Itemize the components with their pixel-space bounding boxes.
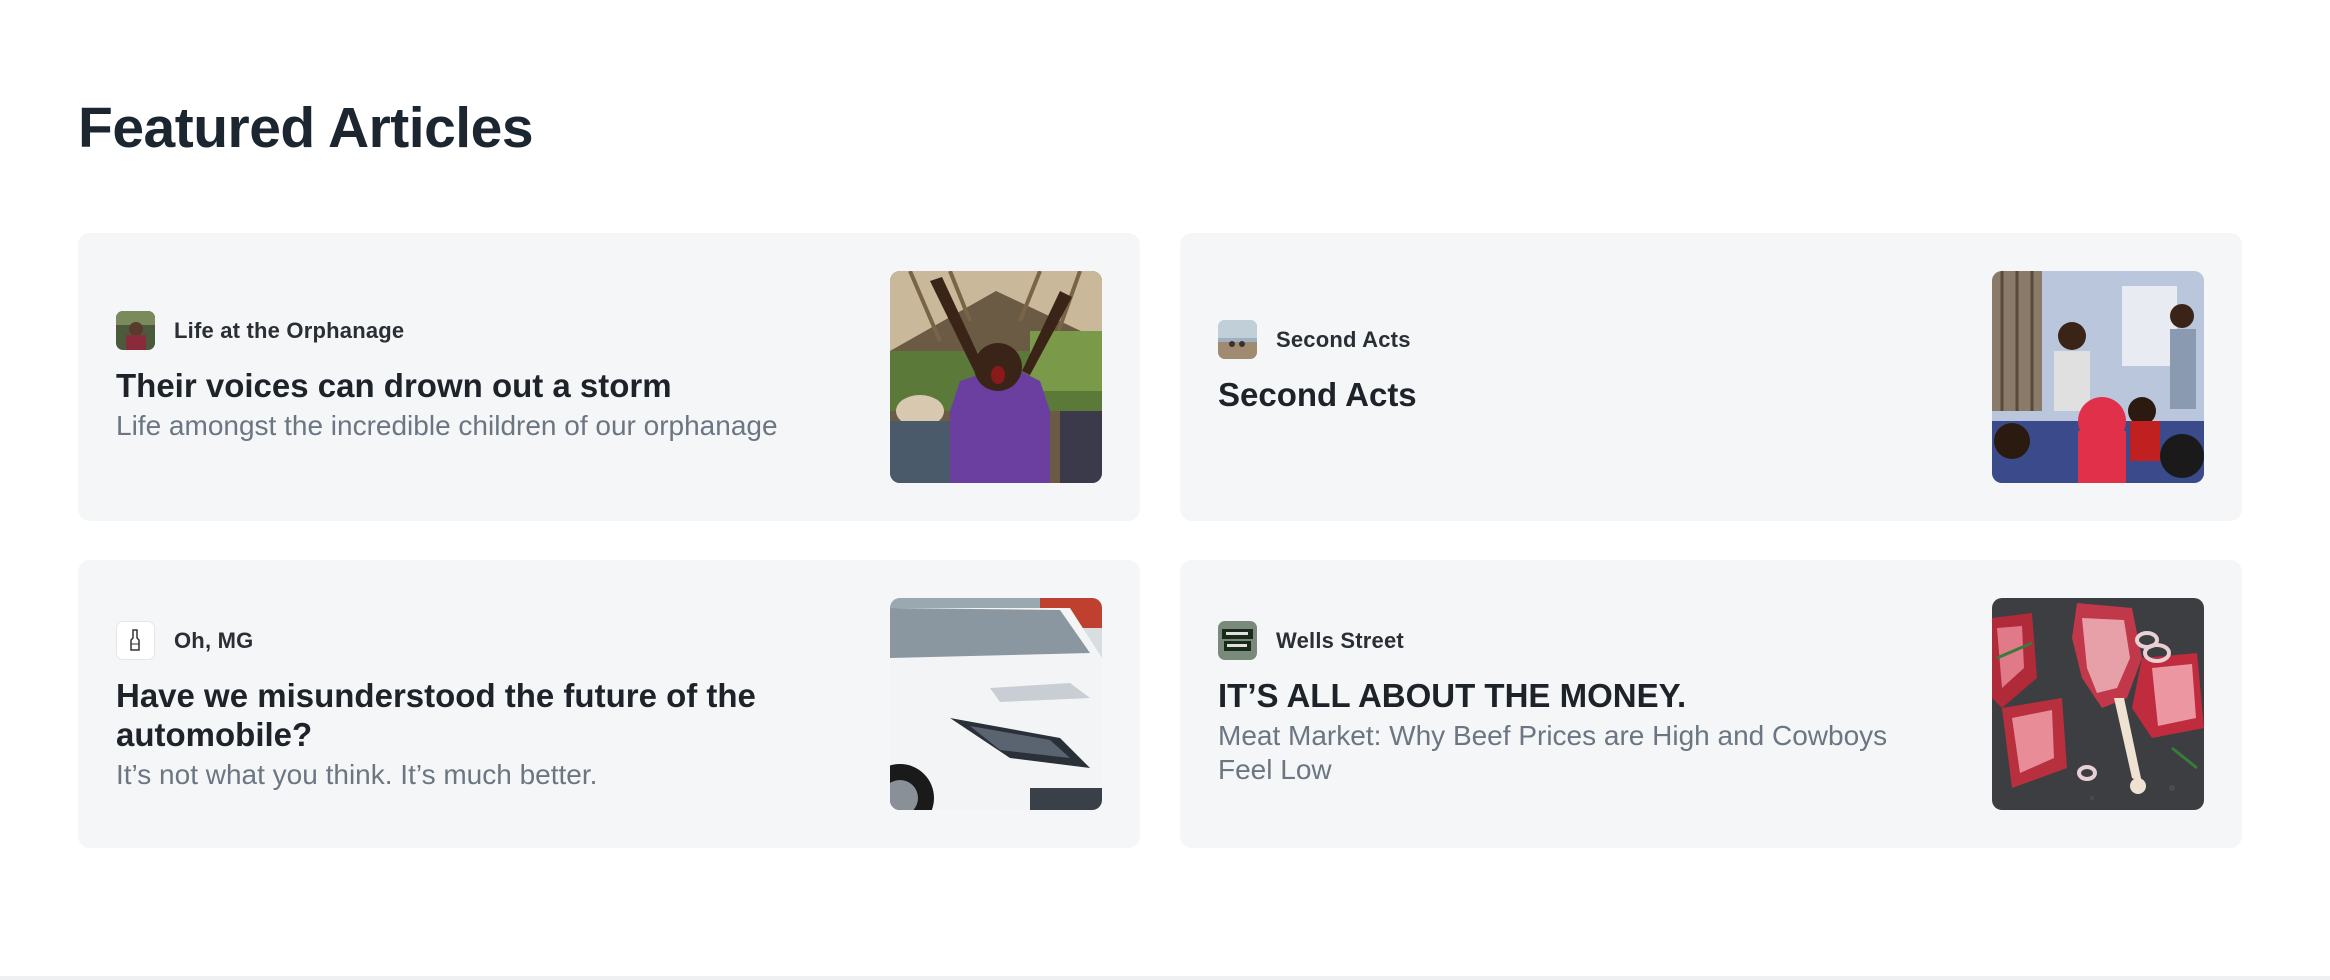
publication-avatar[interactable]: [116, 621, 155, 660]
publication-avatar[interactable]: [116, 311, 155, 350]
publication-avatar[interactable]: [1218, 320, 1257, 359]
article-card-text: Oh, MG Have we misunderstood the future …: [116, 621, 836, 792]
article-thumbnail[interactable]: [890, 598, 1102, 810]
article-card-life-at-orphanage[interactable]: Life at the Orphanage Their voices can d…: [78, 233, 1140, 521]
article-subtitle: Meat Market: Why Beef Prices are High an…: [1218, 720, 1888, 785]
article-thumbnail[interactable]: [890, 271, 1102, 483]
page-title: Featured Articles: [78, 96, 534, 160]
article-card-oh-mg[interactable]: Oh, MG Have we misunderstood the future …: [78, 560, 1140, 848]
publication-name[interactable]: Life at the Orphanage: [174, 318, 404, 344]
article-thumbnail[interactable]: [1992, 598, 2204, 810]
article-subtitle: Life amongst the incredible children of …: [116, 410, 778, 441]
publication-row: Second Acts: [1218, 320, 1938, 359]
publication-name[interactable]: Wells Street: [1276, 628, 1404, 654]
article-card-second-acts[interactable]: Second Acts Second Acts: [1180, 233, 2242, 521]
publication-name[interactable]: Oh, MG: [174, 628, 253, 654]
article-title[interactable]: Have we misunderstood the future of the …: [116, 676, 836, 754]
article-title[interactable]: Second Acts: [1218, 375, 1938, 414]
publication-row: Life at the Orphanage: [116, 311, 836, 350]
article-card-text: Wells Street IT’S ALL ABOUT THE MONEY. M…: [1218, 621, 1938, 787]
article-subtitle: It’s not what you think. It’s much bette…: [116, 759, 598, 790]
article-title[interactable]: Their voices can drown out a storm: [116, 366, 836, 405]
article-title[interactable]: IT’S ALL ABOUT THE MONEY.: [1218, 676, 1938, 715]
article-card-text: Second Acts Second Acts: [1218, 320, 1938, 414]
article-card-text: Life at the Orphanage Their voices can d…: [116, 311, 836, 443]
publication-name[interactable]: Second Acts: [1276, 327, 1411, 353]
publication-avatar[interactable]: [1218, 621, 1257, 660]
article-card-wells-street[interactable]: Wells Street IT’S ALL ABOUT THE MONEY. M…: [1180, 560, 2242, 848]
publication-row: Oh, MG: [116, 621, 836, 660]
bottom-divider: [0, 976, 2330, 980]
publication-row: Wells Street: [1218, 621, 1938, 660]
article-thumbnail[interactable]: [1992, 271, 2204, 483]
